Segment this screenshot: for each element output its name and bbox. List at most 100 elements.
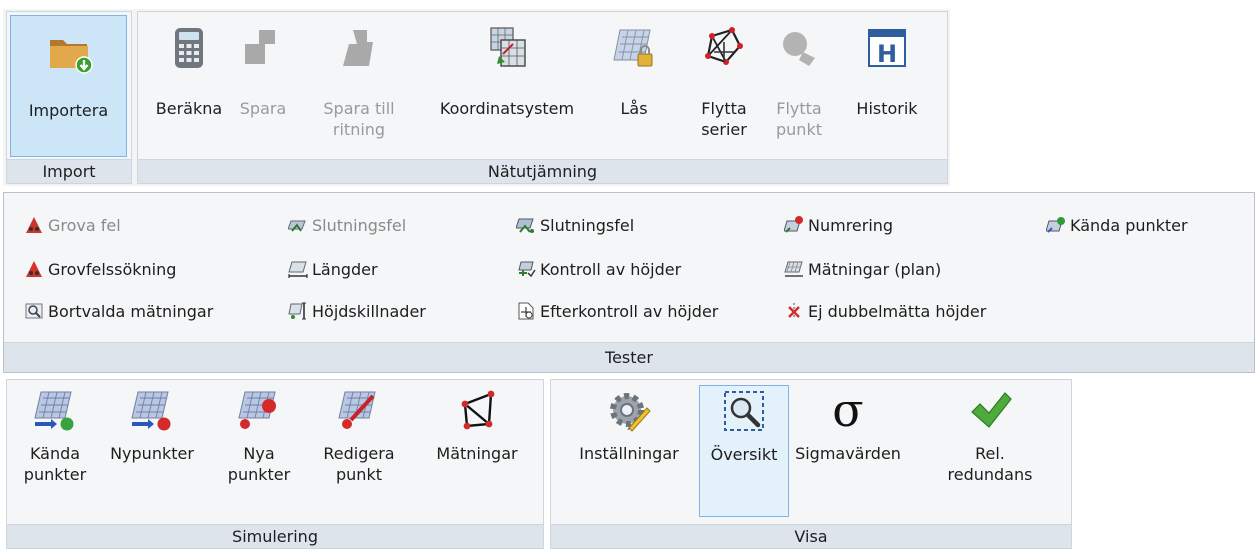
known-points-small-icon <box>1046 217 1065 233</box>
koordinatsystem-button[interactable]: Koordinatsystem <box>427 12 587 119</box>
flytta-serier-button[interactable]: Flytta serier <box>689 12 759 140</box>
warning-dots-icon <box>26 217 42 233</box>
oversikt-label: Översikt <box>710 445 778 464</box>
kanda-punkter-button[interactable]: Kända punkter <box>19 380 91 485</box>
post-check-heights-icon <box>518 302 534 320</box>
coordinate-system-icon <box>490 27 526 67</box>
checkmark-icon <box>971 392 1012 428</box>
koordinatsystem-label: Koordinatsystem <box>439 99 575 118</box>
importera-button[interactable]: Importera <box>10 15 127 157</box>
ej-dubbelmatta-hojder-button[interactable]: Ej dubbelmätta höjder <box>784 301 986 321</box>
rel-redundans-label: Rel. redundans <box>947 444 1033 484</box>
history-icon: H <box>868 29 906 68</box>
slutningsfel-disabled-label: Slutningsfel <box>312 215 407 235</box>
kanda-punkter-label: Kända punkter <box>23 444 87 484</box>
historik-label: Historik <box>856 99 918 118</box>
numrering-button[interactable]: Numrering <box>784 215 893 235</box>
flytta-punkt-label: Flytta punkt <box>776 99 822 139</box>
grova-fel-button[interactable]: Grova fel <box>24 215 121 235</box>
spara-button[interactable]: Spara <box>236 12 290 119</box>
langder-button[interactable]: Längder <box>288 259 378 279</box>
flytta-punkt-button[interactable]: Flytta punkt <box>766 12 832 140</box>
slutningsfel-button[interactable]: Slutningsfel <box>516 215 634 235</box>
slutningsfel-disabled-button[interactable]: Slutningsfel <box>288 215 406 235</box>
spara-till-ritning-label: Spara till ritning <box>323 99 395 139</box>
svg-text:σ: σ <box>832 388 863 432</box>
plan-measurements-icon <box>784 261 803 277</box>
lock-grid-icon <box>613 29 653 67</box>
spara-label: Spara <box>239 99 287 118</box>
redigera-punkt-label: Redigera punkt <box>323 444 395 484</box>
warning-search-icon <box>26 261 42 277</box>
bortvalda-matningar-label: Bortvalda mätningar <box>48 301 214 321</box>
sigmavarden-label: Sigmavärden <box>795 444 901 463</box>
save-to-drawing-icon <box>343 30 373 66</box>
hojdskillnader-button[interactable]: Höjdskillnader <box>288 301 426 321</box>
hojdskillnader-label: Höjdskillnader <box>312 301 426 321</box>
efterkontroll-av-hojder-label: Efterkontroll av höjder <box>540 301 719 321</box>
numbering-icon <box>784 216 803 233</box>
oversikt-button[interactable]: Översikt <box>699 385 789 517</box>
berakna-button[interactable]: Beräkna <box>146 12 232 119</box>
simulering-group: Kända punkter Nypunkter Nya punkter Redi… <box>6 379 544 549</box>
tester-group-label: Tester <box>4 342 1254 372</box>
lengths-icon <box>288 261 308 278</box>
berakna-label: Beräkna <box>155 99 223 118</box>
visa-group: Inställningar Översikt σ Sigmavärden Rel… <box>550 379 1072 549</box>
flytta-serier-label: Flytta serier <box>701 99 747 139</box>
svg-text:H: H <box>877 40 897 68</box>
slutningsfel-label: Slutningsfel <box>540 215 635 235</box>
bortvalda-matningar-button[interactable]: Bortvalda mätningar <box>24 301 213 321</box>
kanda-punkter-test-button[interactable]: Kända punkter <box>1046 215 1188 235</box>
importera-label: Importera <box>28 101 109 120</box>
settings-icon <box>610 393 651 432</box>
langder-label: Längder <box>312 259 378 279</box>
height-check-icon <box>518 261 536 278</box>
import-group: Importera Import <box>6 11 132 184</box>
height-diff-icon <box>288 302 306 320</box>
redigera-punkt-button[interactable]: Redigera punkt <box>317 380 401 485</box>
grid-closure-icon <box>516 218 534 233</box>
nypunkter-label: Nypunkter <box>110 444 194 463</box>
sigmavarden-button[interactable]: σ Sigmavärden <box>789 380 907 464</box>
natutjamning-group-label: Nätutjämning <box>138 159 947 183</box>
grova-fel-label: Grova fel <box>48 215 121 235</box>
matningar-label: Mätningar <box>436 444 518 463</box>
overview-icon <box>724 391 764 431</box>
efterkontroll-av-hojder-button[interactable]: Efterkontroll av höjder <box>516 301 718 321</box>
save-icon <box>245 30 275 64</box>
sigma-icon: σ <box>832 388 863 432</box>
nypunkter-button[interactable]: Nypunkter <box>107 380 197 464</box>
matningar-plan-button[interactable]: Mätningar (plan) <box>784 259 941 279</box>
known-points-icon <box>34 391 74 431</box>
installningar-label: Inställningar <box>579 444 679 463</box>
matningar-button[interactable]: Mätningar <box>421 380 533 464</box>
matningar-plan-label: Mätningar (plan) <box>808 259 942 279</box>
grovfelssokning-button[interactable]: Grovfelssökning <box>24 259 176 279</box>
nya-punkter-button[interactable]: Nya punkter <box>223 380 295 485</box>
natutjamning-group: Beräkna Spara Spara till ritning Koordin… <box>137 11 948 184</box>
spara-till-ritning-button[interactable]: Spara till ritning <box>314 12 404 140</box>
las-button[interactable]: Lås <box>610 12 658 119</box>
grovfelssokning-label: Grovfelssökning <box>48 259 177 279</box>
kontroll-av-hojder-label: Kontroll av höjder <box>540 259 682 279</box>
folder-import-icon <box>49 40 93 74</box>
new-points-icon <box>131 391 171 431</box>
numrering-label: Numrering <box>808 215 894 235</box>
las-label: Lås <box>620 99 648 118</box>
ej-dubbelmatta-hojder-label: Ej dubbelmätta höjder <box>808 301 987 321</box>
no-double-measure-icon <box>788 303 800 319</box>
new-points-red-icon <box>238 391 276 429</box>
kontroll-av-hojder-button[interactable]: Kontroll av höjder <box>516 259 681 279</box>
tester-group: Grova fel Grovfelssökning Bortvalda mätn… <box>3 192 1255 373</box>
nya-punkter-label: Nya punkter <box>227 444 291 484</box>
move-point-icon <box>783 32 815 66</box>
rel-redundans-button[interactable]: Rel. redundans <box>931 380 1049 485</box>
import-group-label: Import <box>7 159 131 183</box>
installningar-button[interactable]: Inställningar <box>563 380 695 464</box>
historik-button[interactable]: H Historik <box>842 12 932 119</box>
calculator-icon <box>175 28 203 68</box>
simulering-group-label: Simulering <box>7 524 543 548</box>
grid-closure-icon <box>288 220 306 232</box>
visa-group-label: Visa <box>551 524 1071 548</box>
